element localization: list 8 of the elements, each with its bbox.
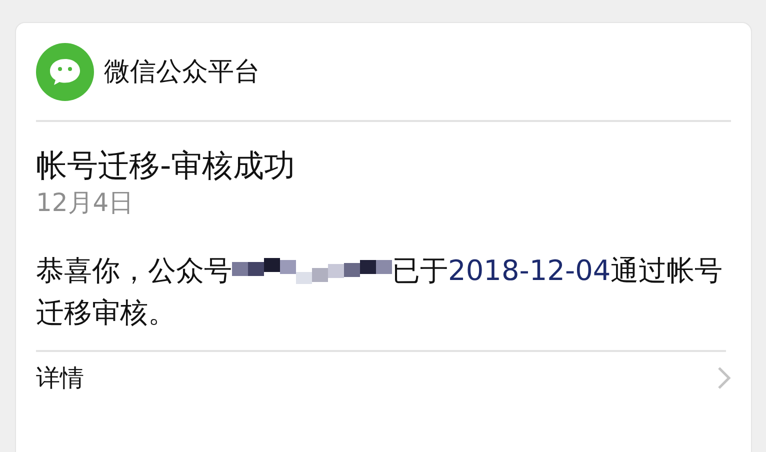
message-title: 帐号迁移-审核成功 bbox=[36, 147, 296, 186]
chevron-right-icon bbox=[717, 366, 731, 390]
message-text: 恭喜你，公众号 已于2018-12-04通过帐号迁移审核。 bbox=[36, 250, 726, 352]
app-name: 微信公众平台 bbox=[104, 56, 260, 89]
message-date: 12月4日 bbox=[36, 187, 135, 219]
date-link[interactable]: 2018-12-04 bbox=[448, 254, 611, 287]
chat-bubble-icon bbox=[36, 42, 94, 100]
details-button[interactable]: 详情 bbox=[36, 352, 731, 404]
